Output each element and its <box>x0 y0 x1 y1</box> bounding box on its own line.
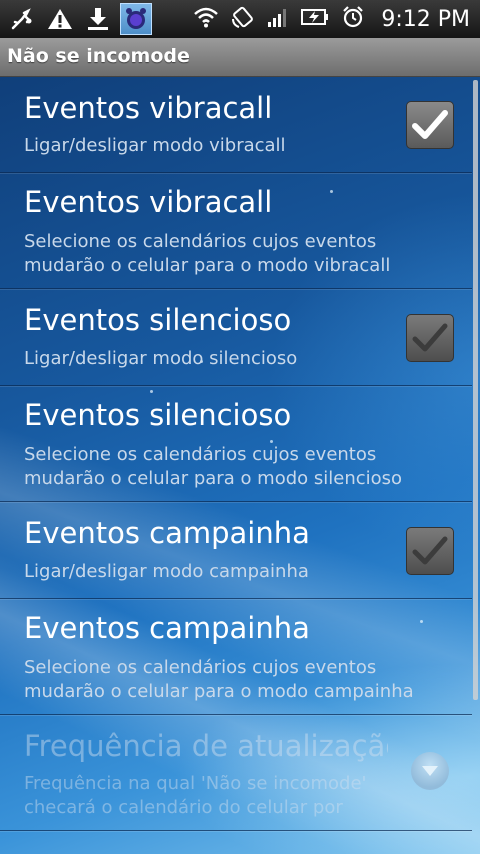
vibracall-checkbox[interactable] <box>406 101 454 149</box>
wifi-icon <box>193 6 219 32</box>
campainha-checkbox[interactable] <box>406 527 454 575</box>
pref-summary-line: Selecione os calendários cujos eventos <box>24 231 377 252</box>
signal-icon <box>267 6 289 32</box>
chevron-down-icon <box>422 766 438 776</box>
check-icon <box>412 323 448 352</box>
pref-vibracall-calendars[interactable]: Eventos vibracall Selecione os calendári… <box>0 173 472 289</box>
pref-campainha-calendars[interactable]: Eventos campainha Selecione os calendári… <box>0 599 472 715</box>
pref-summary-line: Selecione os calendários cujos eventos <box>24 657 377 678</box>
title-bar: Não se incomode <box>0 38 480 77</box>
pref-campainha-toggle[interactable]: Eventos campainha Ligar/desligar modo ca… <box>0 502 472 599</box>
pref-title: Eventos vibracall <box>24 91 273 125</box>
status-bar: 9:12 PM <box>0 0 480 38</box>
alarm-app-icon[interactable] <box>120 3 152 35</box>
pref-summary-line: mudarão o celular para o modo campainha <box>24 681 414 702</box>
pref-title: Eventos silencioso <box>24 303 292 337</box>
warning-icon[interactable] <box>44 3 76 35</box>
pref-summary: Ligar/desligar modo campainha <box>24 561 309 582</box>
pref-summary: Ligar/desligar modo silencioso <box>24 348 298 369</box>
page-title: Não se incomode <box>7 45 190 67</box>
pref-silencioso-toggle[interactable]: Eventos silencioso Ligar/desligar modo s… <box>0 289 472 386</box>
pref-title: Eventos silencioso <box>24 398 292 432</box>
alarm-clock-icon <box>341 5 365 33</box>
status-clock: 9:12 PM <box>381 6 470 32</box>
pref-summary: Ligar/desligar modo vibracall <box>24 135 286 156</box>
battery-charging-icon <box>301 7 329 31</box>
scrollbar[interactable] <box>473 80 478 700</box>
frequency-dropdown-button[interactable] <box>411 752 449 790</box>
pref-title: Frequência de atualização <box>24 729 388 763</box>
pref-summary-line: Selecione os calendários cujos eventos <box>24 444 377 465</box>
pref-summary-line: checará o calendário do celular por <box>24 797 343 818</box>
pref-silencioso-calendars[interactable]: Eventos silencioso Selecione os calendár… <box>0 386 472 502</box>
pref-summary-line: mudarão o celular para o modo silencioso <box>24 468 403 489</box>
pref-title: Eventos campainha <box>24 611 310 645</box>
usb-debug-icon[interactable] <box>6 3 38 35</box>
pref-summary-line: mudarão o celular para o modo vibracall <box>24 255 391 276</box>
download-icon[interactable] <box>82 3 114 35</box>
check-icon <box>412 110 448 139</box>
pref-summary-line: Frequência na qual 'Não se incomode' <box>24 773 367 794</box>
pref-vibracall-toggle[interactable]: Eventos vibracall Ligar/desligar modo vi… <box>0 77 472 173</box>
check-icon <box>412 536 448 565</box>
pref-title: Eventos vibracall <box>24 185 273 219</box>
silencioso-checkbox[interactable] <box>406 314 454 362</box>
pref-title: Eventos campainha <box>24 516 310 550</box>
rotation-icon <box>231 5 255 33</box>
pref-update-frequency[interactable]: Frequência de atualização Frequência na … <box>0 715 472 831</box>
